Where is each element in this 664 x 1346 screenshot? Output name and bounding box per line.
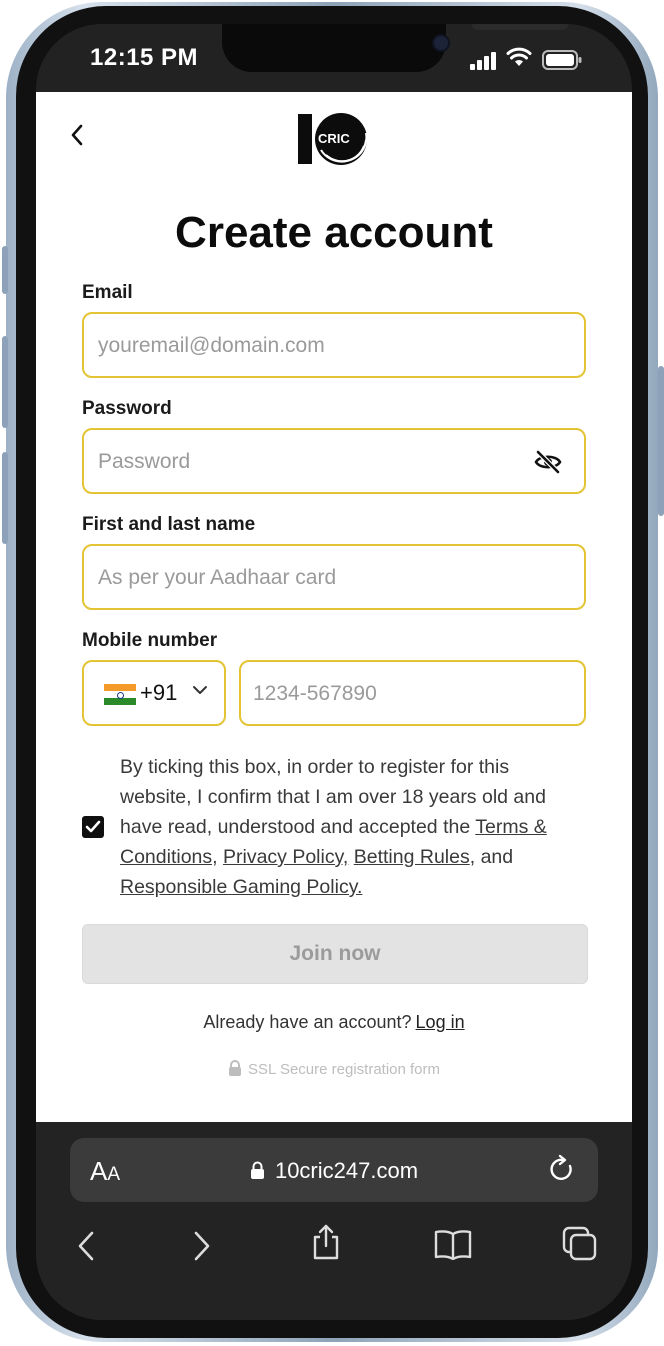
consent-checkbox[interactable] <box>82 816 104 838</box>
name-input[interactable] <box>96 546 540 610</box>
back-chevron-icon[interactable] <box>70 124 84 146</box>
volume-down-button <box>2 452 8 544</box>
consent-and: , and <box>469 846 514 868</box>
url-display: 10cric247.com <box>70 1158 598 1184</box>
browser-toolbar: AA 10cric247.com <box>36 1122 632 1320</box>
ssl-note: SSL Secure registration form <box>36 1060 632 1078</box>
status-bar: 12:15 PM <box>36 24 632 92</box>
url-text: 10cric247.com <box>274 1158 419 1183</box>
email-label: Email <box>82 282 133 303</box>
name-label: First and last name <box>82 514 256 535</box>
password-label: Password <box>82 398 172 419</box>
country-code-select[interactable]: +91 <box>82 660 226 726</box>
join-now-button[interactable]: Join now <box>82 924 588 984</box>
status-time: 12:15 PM <box>90 44 199 71</box>
email-field[interactable] <box>82 312 586 378</box>
privacy-link[interactable]: Privacy Policy, <box>223 846 348 868</box>
volume-up-button <box>2 336 8 428</box>
mute-switch <box>2 246 8 294</box>
name-field[interactable] <box>82 544 586 610</box>
page-title: Create account <box>175 208 493 257</box>
chevron-down-icon <box>193 686 207 694</box>
power-button <box>658 366 664 516</box>
share-icon[interactable] <box>310 1224 342 1260</box>
front-camera <box>434 36 448 50</box>
password-field[interactable] <box>82 428 586 494</box>
ssl-note-text: SSL Secure registration form <box>247 1061 441 1078</box>
wifi-icon <box>506 47 532 66</box>
speaker-grille <box>472 24 568 30</box>
web-page: CRIC Create account Email Password First… <box>36 92 632 1122</box>
signal-icon <box>470 52 496 70</box>
screen: 12:15 PM CRIC Create account Email youre… <box>36 24 632 1320</box>
password-input[interactable] <box>96 430 540 494</box>
login-prompt: Already have an account? Log in <box>36 1012 632 1033</box>
eye-slash-icon[interactable] <box>534 450 562 474</box>
mobile-label: Mobile number <box>82 630 218 651</box>
checkmark-icon <box>85 820 101 833</box>
lock-icon <box>228 1060 241 1076</box>
notch <box>222 24 568 72</box>
mobile-input[interactable] <box>251 662 575 726</box>
country-code: +91 <box>140 680 178 705</box>
browser-back-icon[interactable] <box>76 1230 96 1262</box>
reload-icon[interactable] <box>548 1154 576 1184</box>
address-bar[interactable]: AA 10cric247.com <box>70 1138 598 1202</box>
email-input[interactable] <box>96 314 540 378</box>
consent-text: By ticking this box, in order to registe… <box>120 752 580 902</box>
browser-forward-icon[interactable] <box>192 1230 212 1262</box>
login-link[interactable]: Log in <box>416 1012 465 1032</box>
tabs-icon[interactable] <box>562 1226 598 1262</box>
bookmarks-icon[interactable] <box>434 1228 472 1260</box>
lock-icon <box>250 1161 264 1179</box>
login-prompt-text: Already have an account? <box>203 1012 412 1032</box>
battery-icon <box>542 50 582 70</box>
10cric-logo: CRIC <box>298 113 368 165</box>
mobile-field[interactable] <box>239 660 586 726</box>
responsible-gaming-link[interactable]: Responsible Gaming Policy. <box>120 876 362 898</box>
logo-text: CRIC <box>318 131 350 146</box>
india-flag-icon <box>104 684 136 705</box>
betting-rules-link[interactable]: Betting Rules <box>354 846 470 868</box>
